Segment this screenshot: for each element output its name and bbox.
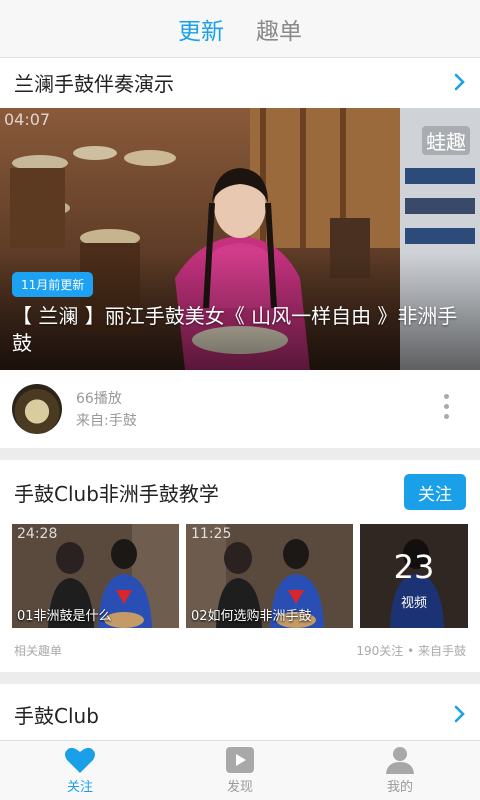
video-meta-row: 66播放 来自:手鼓 [0, 380, 480, 438]
follow-count-source: 190关注 • 来自手鼓 [356, 644, 466, 658]
top-tab-bar: 更新 趣单 [0, 0, 480, 58]
nav-follow[interactable]: 关注 [0, 741, 160, 800]
section-title: 兰澜手鼓伴奏演示 [14, 71, 174, 96]
collection-card: 手鼓Club [0, 684, 480, 744]
video-count-label: 视频 [400, 596, 427, 611]
nav-label: 我的 [386, 780, 413, 795]
chevron-right-icon[interactable] [452, 72, 468, 92]
collection-card: 手鼓Club非洲手鼓教学 关注 24:28 01非洲鼓是什么 11:25 02如… [0, 460, 480, 672]
follow-button[interactable]: 关注 [404, 474, 466, 510]
video-thumbnail-strip: 24:28 01非洲鼓是什么 11:25 02如何选购非洲手鼓 23 视频 [12, 524, 480, 628]
related-collections-label[interactable]: 相关趣单 [14, 642, 62, 659]
section-header[interactable]: 兰澜手鼓伴奏演示 [0, 58, 480, 106]
video-player-thumbnail[interactable]: 04:07 蛙趣 11月前更新 【 兰澜 】丽江手鼓美女《 山风一样自由 》非洲… [0, 108, 480, 370]
thumbnail-caption: 02如何选购非洲手鼓 [191, 609, 312, 624]
video-count: 23 [393, 548, 435, 586]
watermark-logo: 蛙趣 [422, 126, 470, 155]
chevron-right-icon[interactable] [452, 704, 468, 724]
play-count: 66播放 [76, 391, 122, 407]
thumbnail-caption: 01非洲鼓是什么 [17, 609, 112, 624]
tab-collections[interactable]: 趣单 [256, 12, 302, 46]
nav-label: 发现 [226, 780, 253, 795]
source-label: 来自:手鼓 [76, 413, 137, 429]
nav-discover[interactable]: 发现 [160, 741, 320, 800]
update-badge: 11月前更新 [12, 272, 94, 297]
section-header[interactable]: 手鼓Club [0, 684, 480, 744]
play-icon [226, 747, 254, 773]
video-thumbnail[interactable]: 11:25 02如何选购非洲手鼓 [186, 524, 353, 628]
video-thumbnail[interactable]: 24:28 01非洲鼓是什么 [12, 524, 179, 628]
video-duration: 04:07 [4, 110, 51, 129]
tab-updates[interactable]: 更新 [178, 12, 224, 46]
video-count-tile[interactable]: 23 视频 [360, 524, 468, 628]
section-title: 手鼓Club非洲手鼓教学 [14, 481, 219, 506]
more-options-icon[interactable] [442, 394, 450, 424]
section-title: 手鼓Club [14, 703, 99, 728]
nav-mine[interactable]: 我的 [320, 741, 480, 800]
featured-video-card: 兰澜手鼓伴奏演示 04:07 蛙趣 11月前更新 【 兰澜 】丽江手鼓美女《 山… [0, 58, 480, 448]
thumbnail-duration: 11:25 [191, 526, 232, 542]
video-title[interactable]: 【 兰澜 】丽江手鼓美女《 山风一样自由 》非洲手鼓 [12, 303, 462, 357]
heart-icon [65, 747, 95, 773]
person-icon [386, 747, 414, 774]
bottom-navigation: 关注 发现 我的 [0, 740, 480, 800]
thumbnail-duration: 24:28 [17, 526, 58, 542]
nav-label: 关注 [66, 780, 93, 795]
avatar[interactable] [12, 384, 62, 434]
